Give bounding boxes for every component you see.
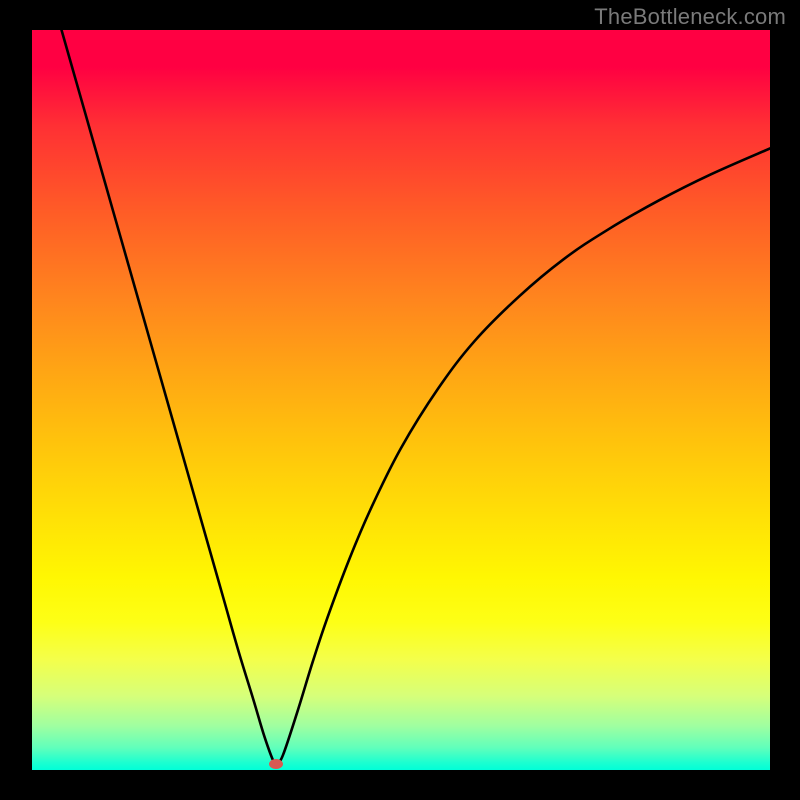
watermark-text: TheBottleneck.com [594, 4, 786, 30]
curve-svg [32, 30, 770, 770]
plot-area [32, 30, 770, 770]
chart-container: TheBottleneck.com [0, 0, 800, 800]
min-marker [269, 759, 283, 769]
bottleneck-curve [62, 30, 770, 765]
